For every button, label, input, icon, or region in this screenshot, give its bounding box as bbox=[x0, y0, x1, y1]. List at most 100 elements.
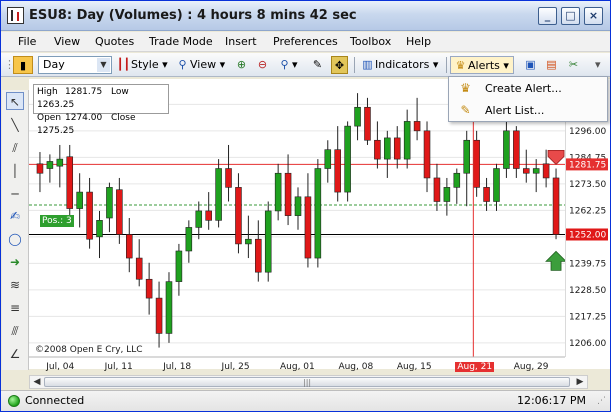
timeframe-select[interactable]: Day ▼ bbox=[38, 56, 112, 74]
menu-toolbox[interactable]: Toolbox bbox=[350, 35, 391, 48]
bear-candle bbox=[126, 234, 133, 259]
symbol-picker-icon[interactable]: ▮ bbox=[13, 56, 33, 74]
gann-tool-icon[interactable]: ≡ bbox=[6, 299, 24, 317]
connection-status-icon bbox=[8, 395, 20, 407]
bull-candle bbox=[245, 238, 252, 245]
menu-view[interactable]: View bbox=[54, 35, 80, 48]
bull-candle bbox=[314, 168, 322, 259]
crosshair-button[interactable]: ✥ bbox=[331, 56, 348, 74]
close-button[interactable]: × bbox=[584, 7, 603, 25]
bear-candle bbox=[433, 177, 441, 202]
bear-candle bbox=[66, 156, 74, 209]
bull-candle bbox=[195, 210, 203, 228]
position-tag[interactable]: Pos.: 3 bbox=[40, 215, 74, 227]
monitor-icon: ▣ bbox=[525, 58, 536, 71]
bear-candle bbox=[155, 297, 163, 334]
alerts-label: Alerts bbox=[468, 59, 500, 72]
drawing-tools-sidebar: ↖ ╲ ⫽ │ ─ ✍ ◯ ➜ ≋ ≡ ⫻ ∠ bbox=[2, 90, 29, 370]
menu-file[interactable]: File bbox=[18, 35, 36, 48]
zoom-out-button[interactable]: ⊖ bbox=[255, 56, 270, 74]
high-value: 1281.75 bbox=[65, 87, 103, 97]
scroll-right-icon[interactable]: ▶ bbox=[573, 376, 587, 388]
bear-candle bbox=[542, 163, 550, 179]
chart-horizontal-scrollbar[interactable]: ◀ ||| ▶ bbox=[29, 375, 588, 389]
indicators-button[interactable]: ▥ Indicators ▾ bbox=[360, 56, 438, 74]
maximize-button[interactable]: □ bbox=[561, 7, 580, 25]
time-tick-label: Jul, 25 bbox=[221, 362, 250, 372]
view-button[interactable]: ⚲ View ▾ bbox=[175, 56, 225, 74]
time-tick-label: Jul, 18 bbox=[163, 362, 192, 372]
create-alert-item[interactable]: ♛ Create Alert... bbox=[449, 78, 607, 99]
palette-button[interactable]: ▤ bbox=[544, 56, 559, 74]
time-tick-label: Jul, 11 bbox=[104, 362, 133, 372]
time-tick-label: Jul, 04 bbox=[46, 362, 75, 372]
timeframe-value: Day bbox=[43, 58, 65, 71]
bell-icon: ♛ bbox=[455, 59, 466, 72]
bear-candle bbox=[423, 130, 431, 179]
bear-candle bbox=[483, 187, 490, 202]
price-tick-label: 1217.25 bbox=[569, 312, 606, 322]
style-button[interactable]: ┃┃Style ▾ bbox=[116, 56, 168, 74]
menu-help[interactable]: Help bbox=[406, 35, 431, 48]
scroll-left-icon[interactable]: ◀ bbox=[30, 376, 44, 388]
view-label: View bbox=[190, 58, 217, 71]
time-tick-label: Aug, 08 bbox=[338, 362, 374, 372]
note-tool-icon[interactable]: ✍ bbox=[6, 207, 24, 225]
bull-candle bbox=[175, 250, 183, 282]
menu-trade-mode[interactable]: Trade Mode bbox=[149, 35, 213, 48]
crosshair-icon: ✥ bbox=[334, 59, 345, 72]
low-value: 1263.25 bbox=[37, 100, 75, 110]
angle-tool-icon[interactable]: ∠ bbox=[6, 345, 24, 363]
bull-candle bbox=[56, 158, 64, 167]
time-tick-label: Aug, 01 bbox=[280, 362, 315, 372]
draw-tool-button[interactable]: ✎ bbox=[310, 56, 325, 74]
alert-list-icon: ✎ bbox=[460, 103, 471, 117]
bull-candle bbox=[384, 137, 391, 160]
copyright-text: ©2008 Open E Cry, LLC bbox=[35, 345, 143, 355]
resize-grip-icon[interactable]: ⋰ bbox=[597, 396, 606, 406]
zoom-in-button[interactable]: ⊕ bbox=[234, 56, 249, 74]
alert-list-item[interactable]: ✎ Alert List... bbox=[449, 100, 607, 121]
parallel-lines-tool-icon[interactable]: ⫽ bbox=[6, 139, 24, 157]
style-bars-icon: ┃┃ bbox=[116, 58, 131, 71]
alert-list-label: Alert List... bbox=[485, 104, 545, 117]
monitor-button[interactable]: ▣ bbox=[523, 56, 538, 74]
price-tick-label: 1239.75 bbox=[569, 259, 606, 269]
minimize-button[interactable]: _ bbox=[538, 7, 557, 25]
menu-insert[interactable]: Insert bbox=[225, 35, 257, 48]
bull-candle bbox=[493, 168, 500, 202]
alerts-button[interactable]: ♛ Alerts ▾ bbox=[450, 56, 514, 74]
open-value: 1274.00 bbox=[65, 113, 103, 123]
price-tick-label: 1206.00 bbox=[569, 339, 606, 349]
tools-button[interactable]: ✂ bbox=[566, 56, 581, 74]
toolbar-overflow-icon[interactable]: ▾ bbox=[595, 56, 601, 74]
tools-icon: ✂ bbox=[568, 58, 579, 71]
toolbar-grip-icon[interactable]: ⋮ bbox=[4, 56, 15, 74]
vertical-line-tool-icon[interactable]: │ bbox=[6, 162, 24, 180]
callout-tool-icon[interactable]: ◯ bbox=[6, 230, 24, 248]
trendline-tool-icon[interactable]: ╲ bbox=[6, 116, 24, 134]
menu-quotes[interactable]: Quotes bbox=[95, 35, 134, 48]
last-price-tag-text: 1252.00 bbox=[569, 230, 606, 240]
chevron-down-icon[interactable]: ▼ bbox=[97, 58, 110, 72]
bear-candle bbox=[552, 177, 560, 235]
horizontal-line-tool-icon[interactable]: ─ bbox=[6, 185, 24, 203]
menu-bar: File View Quotes Trade Mode Insert Prefe… bbox=[1, 32, 610, 52]
bull-candle bbox=[324, 149, 332, 169]
price-tick-label: 1296.00 bbox=[569, 127, 606, 137]
pointer-tool-icon[interactable]: ↖ bbox=[6, 92, 24, 110]
scrollbar-thumb[interactable]: ||| bbox=[44, 377, 570, 387]
fibonacci-tool-icon[interactable]: ≋ bbox=[6, 276, 24, 294]
toolbar-separator bbox=[446, 57, 447, 73]
menu-preferences[interactable]: Preferences bbox=[273, 35, 338, 48]
bear-candle bbox=[255, 238, 262, 273]
window-title: ESU8: Day (Volumes) : 4 hours 8 mins 42 … bbox=[29, 8, 357, 23]
arrow-tool-icon[interactable]: ➜ bbox=[6, 253, 24, 271]
create-alert-icon: ♛ bbox=[460, 81, 471, 95]
price-tick-label: 1262.25 bbox=[569, 206, 606, 216]
toolbar-separator bbox=[354, 57, 355, 73]
channel-tool-icon[interactable]: ⫻ bbox=[6, 322, 24, 340]
close-value: 1275.25 bbox=[37, 126, 75, 136]
zoom-menu-button[interactable]: ⚲ ▾ bbox=[277, 56, 297, 74]
main-toolbar: ⋮ ▮ Day ▼ ┃┃Style ▾ ⚲ View ▾ ⊕ ⊖ ⚲ ▾ ✎ ✥ ▥… bbox=[1, 53, 610, 77]
